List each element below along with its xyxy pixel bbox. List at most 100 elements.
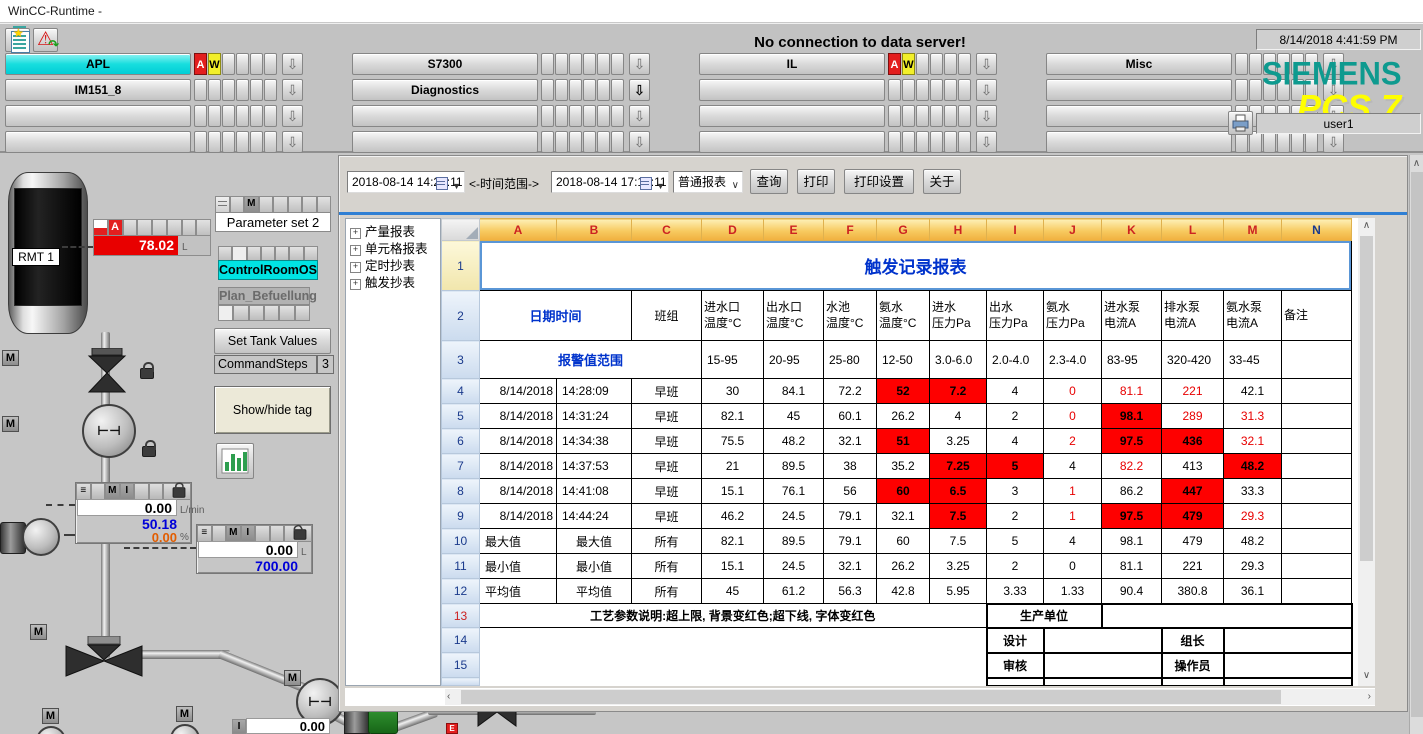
cell-J15[interactable]: [1044, 653, 1162, 678]
nav-button-r2c3[interactable]: [699, 79, 885, 101]
scroll-down-icon[interactable]: ∨: [1358, 670, 1375, 681]
table-horizontal-scrollbar[interactable]: ‹ ›: [445, 689, 1375, 705]
row-header-15[interactable]: 15: [442, 653, 480, 678]
cell-L2[interactable]: 排水泵 电流A: [1162, 291, 1224, 341]
cell-C6[interactable]: 早班: [632, 429, 702, 454]
cell-A9[interactable]: 8/14/2018: [480, 504, 557, 529]
cell-M4[interactable]: 42.1: [1224, 379, 1282, 404]
cell-D5[interactable]: 82.1: [702, 404, 764, 429]
nav-expand-arrow-button[interactable]: [282, 131, 303, 153]
nav-button-apl[interactable]: APL: [5, 53, 191, 75]
report-type-select[interactable]: 普通报表 ∨: [673, 171, 743, 193]
cell-N3[interactable]: [1282, 341, 1352, 379]
select-all-corner[interactable]: [442, 219, 480, 241]
print-button[interactable]: 打印: [797, 169, 835, 194]
nav-button-r3c4[interactable]: [1046, 105, 1232, 127]
cell-D9[interactable]: 46.2: [702, 504, 764, 529]
nav-button-r3c2[interactable]: [352, 105, 538, 127]
cell-L6[interactable]: 436: [1162, 429, 1224, 454]
cell-I14[interactable]: 设计: [987, 628, 1044, 653]
column-header-L[interactable]: L: [1162, 219, 1224, 241]
cell-N7[interactable]: [1282, 454, 1352, 479]
cell-N4[interactable]: [1282, 379, 1352, 404]
nav-expand-arrow-button[interactable]: [976, 131, 997, 153]
nav-expand-arrow-button[interactable]: [282, 105, 303, 127]
cell-J[interactable]: [1044, 678, 1162, 686]
cell-L8[interactable]: 447: [1162, 479, 1224, 504]
cell-H11[interactable]: 3.25: [930, 554, 987, 579]
nav-expand-arrow-button[interactable]: [976, 53, 997, 75]
cell-F4[interactable]: 72.2: [824, 379, 877, 404]
cell-A14[interactable]: [480, 628, 987, 653]
cell-B11[interactable]: 最小值: [557, 554, 632, 579]
cell-E5[interactable]: 45: [764, 404, 824, 429]
expand-plus-icon[interactable]: +: [350, 245, 361, 256]
cell-K9[interactable]: 97.5: [1102, 504, 1162, 529]
cell-N10[interactable]: [1282, 529, 1352, 554]
cell-M10[interactable]: 48.2: [1224, 529, 1282, 554]
cell-J10[interactable]: 4: [1044, 529, 1102, 554]
expand-plus-icon[interactable]: +: [350, 279, 361, 290]
cell-D4[interactable]: 30: [702, 379, 764, 404]
nav-button-r2c4[interactable]: [1046, 79, 1232, 101]
cell-I9[interactable]: 2: [987, 504, 1044, 529]
row-header-14[interactable]: 14: [442, 628, 480, 653]
cell-K10[interactable]: 98.1: [1102, 529, 1162, 554]
cell-F2[interactable]: 水池 温度°C: [824, 291, 877, 341]
scroll-up-icon[interactable]: ∧: [1358, 220, 1375, 231]
column-header-C[interactable]: C: [632, 219, 702, 241]
cell-E2[interactable]: 出水口 温度°C: [764, 291, 824, 341]
menu-icon[interactable]: ≡: [76, 483, 91, 500]
expand-plus-icon[interactable]: +: [350, 228, 361, 239]
column-header-I[interactable]: I: [987, 219, 1044, 241]
tree-item[interactable]: +触发抄表: [350, 275, 440, 292]
cell-A15[interactable]: [480, 653, 987, 678]
nav-button-r3c3[interactable]: [699, 105, 885, 127]
cell-B10[interactable]: 最大值: [557, 529, 632, 554]
nav-expand-arrow-button[interactable]: [282, 79, 303, 101]
cell-M11[interactable]: 29.3: [1224, 554, 1282, 579]
nav-expand-arrow-button[interactable]: [282, 53, 303, 75]
cell-I8[interactable]: 3: [987, 479, 1044, 504]
cell-M5[interactable]: 31.3: [1224, 404, 1282, 429]
tree-item[interactable]: +单元格报表: [350, 241, 440, 258]
cell-J6[interactable]: 2: [1044, 429, 1102, 454]
cell-I11[interactable]: 2: [987, 554, 1044, 579]
cell-E9[interactable]: 24.5: [764, 504, 824, 529]
nav-button-r4c2[interactable]: [352, 131, 538, 153]
nav-expand-arrow-button[interactable]: [629, 105, 650, 127]
cell-K12[interactable]: 90.4: [1102, 579, 1162, 604]
cell-J14[interactable]: [1044, 628, 1162, 653]
cell-L5[interactable]: 289: [1162, 404, 1224, 429]
cell-K8[interactable]: 86.2: [1102, 479, 1162, 504]
cell-G3[interactable]: 12-50: [877, 341, 930, 379]
cell-K13[interactable]: [1102, 604, 1352, 628]
plan-befuellung-button[interactable]: Plan_Befuellung: [218, 287, 310, 305]
column-header-M[interactable]: M: [1224, 219, 1282, 241]
nav-button-r4c1[interactable]: [5, 131, 191, 153]
nav-button-s7300[interactable]: S7300: [352, 53, 538, 75]
cell-I6[interactable]: 4: [987, 429, 1044, 454]
cell-A13[interactable]: 工艺参数说明:超上限, 背景变红色;超下线, 字体变红色: [480, 604, 987, 628]
cell-N5[interactable]: [1282, 404, 1352, 429]
cell-K2[interactable]: 进水泵 电流A: [1102, 291, 1162, 341]
scrollbar-thumb[interactable]: [1411, 172, 1423, 717]
cell-F7[interactable]: 38: [824, 454, 877, 479]
nav-expand-arrow-button[interactable]: [629, 131, 650, 153]
row-header-8[interactable]: 8: [442, 479, 480, 504]
cell-A[interactable]: [480, 678, 987, 686]
cell-G12[interactable]: 42.8: [877, 579, 930, 604]
nav-expand-arrow-button[interactable]: [976, 105, 997, 127]
cell-D12[interactable]: 45: [702, 579, 764, 604]
column-header-E[interactable]: E: [764, 219, 824, 241]
nav-button-r4c4[interactable]: [1046, 131, 1232, 153]
window-vertical-scrollbar[interactable]: ∧: [1409, 155, 1423, 734]
cell-D8[interactable]: 15.1: [702, 479, 764, 504]
cell-A8[interactable]: 8/14/2018: [480, 479, 557, 504]
cell-L10[interactable]: 479: [1162, 529, 1224, 554]
cell-B9[interactable]: 14:44:24: [557, 504, 632, 529]
row-header-5[interactable]: 5: [442, 404, 480, 429]
cell-H2[interactable]: 进水 压力Pa: [930, 291, 987, 341]
cell-E8[interactable]: 76.1: [764, 479, 824, 504]
cell-D11[interactable]: 15.1: [702, 554, 764, 579]
